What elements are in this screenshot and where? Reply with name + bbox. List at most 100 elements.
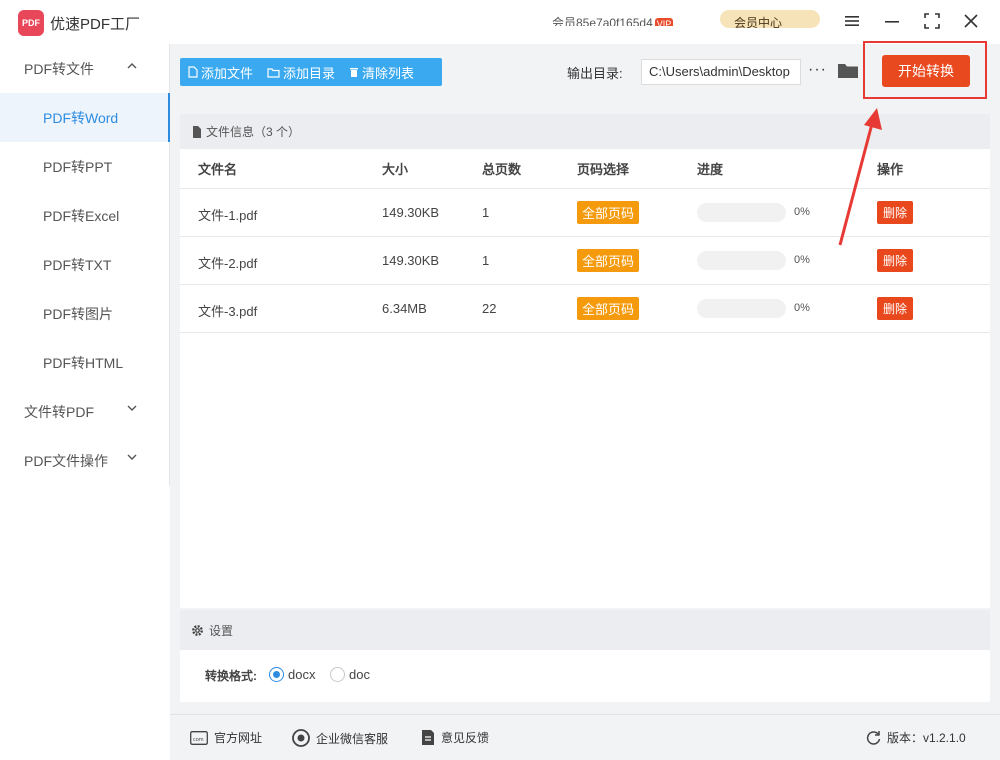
wechat-service-label: 企业微信客服 [316, 731, 389, 746]
start-convert-button[interactable]: 开始转换 [882, 55, 970, 87]
progress-text: 0% [794, 302, 810, 314]
settings-body: 转换格式: docx doc [180, 650, 990, 702]
clear-list-button[interactable]: 清除列表 [349, 63, 414, 82]
sidebar-item-pdf-to-image[interactable]: PDF转图片 [0, 289, 169, 338]
app-logo: PDF [18, 10, 44, 36]
page-select-button[interactable]: 全部页码 [577, 201, 640, 224]
user-name: 会员85e7a0f165d4 [552, 16, 653, 26]
radio-checked[interactable] [269, 667, 284, 682]
feedback-icon [422, 730, 434, 745]
output-dir-field[interactable]: C:\Users\admin\Desktop [641, 59, 801, 85]
sidebar-item-label: PDF转图片 [43, 305, 113, 322]
progress-text: 0% [794, 254, 810, 266]
sidebar-item-file-to-pdf[interactable]: 文件转PDF [0, 387, 169, 436]
table-row[interactable]: 文件-3.pdf 6.34MB 22 全部页码 0% 删除 [180, 285, 990, 333]
svg-text:com: com [193, 737, 204, 743]
more-options-button[interactable]: ··· [808, 61, 827, 79]
file-info-header: 文件信息（3 个） [180, 114, 990, 149]
format-option-doc[interactable]: doc [330, 667, 370, 682]
clear-list-label: 清除列表 [362, 65, 415, 81]
sidebar-item-label: PDF转PPT [43, 158, 113, 175]
file-name: 文件-2.pdf [198, 256, 258, 271]
close-icon[interactable] [958, 8, 984, 34]
sidebar-item-label: PDF文件操作 [24, 452, 108, 469]
chevron-down-icon [127, 405, 137, 412]
radio-label: doc [349, 667, 370, 682]
file-info-title: 文件信息（3 个） [206, 125, 301, 139]
maximize-icon[interactable] [919, 8, 945, 34]
open-folder-icon[interactable] [837, 61, 859, 82]
official-website-link[interactable]: com 官方网址 [190, 729, 262, 746]
page-count: 1 [482, 205, 490, 220]
progress-bar [697, 251, 786, 270]
sidebar-item-pdf-to-file[interactable]: PDF转文件 [0, 44, 169, 93]
delete-button[interactable]: 删除 [877, 249, 914, 272]
add-folder-label: 添加目录 [283, 65, 336, 81]
feedback-label: 意见反馈 [441, 731, 490, 745]
trash-icon [350, 68, 359, 77]
add-file-button[interactable]: 添加文件 [188, 63, 253, 82]
delete-button[interactable]: 删除 [877, 297, 914, 320]
sidebar-item-pdf-to-html[interactable]: PDF转HTML [0, 338, 169, 387]
file-list-panel: 文件信息（3 个） 文件名 大小 总页数 页码选择 进度 操作 文件-1.pdf… [180, 114, 990, 608]
sidebar-item-pdf-operations[interactable]: PDF文件操作 [0, 436, 169, 485]
sidebar-item-pdf-to-word[interactable]: PDF转Word [0, 93, 170, 142]
progress-bar [697, 203, 786, 222]
sidebar-item-label: PDF转文件 [24, 60, 94, 77]
settings-title: 设置 [209, 623, 234, 638]
sidebar-item-label: PDF转TXT [43, 256, 112, 273]
table-row[interactable]: 文件-1.pdf 149.30KB 1 全部页码 0% 删除 [180, 189, 990, 237]
table-header: 文件名 大小 总页数 页码选择 进度 操作 [180, 149, 990, 189]
sidebar-item-label: PDF转Word [43, 109, 119, 126]
table-row[interactable]: 文件-2.pdf 149.30KB 1 全部页码 0% 删除 [180, 237, 990, 285]
column-header: 总页数 [482, 162, 522, 177]
menu-icon[interactable] [839, 8, 865, 34]
file-size: 6.34MB [382, 301, 427, 316]
feedback-link[interactable]: 意见反馈 [421, 729, 489, 746]
delete-button[interactable]: 删除 [877, 201, 914, 224]
chat-icon [292, 729, 310, 747]
sidebar-item-pdf-to-excel[interactable]: PDF转Excel [0, 191, 169, 240]
file-size: 149.30KB [382, 253, 440, 268]
column-header: 大小 [382, 162, 409, 177]
sidebar-item-label: PDF转HTML [43, 354, 124, 371]
add-file-label: 添加文件 [201, 65, 254, 81]
chevron-down-icon [127, 454, 137, 461]
version-info[interactable]: 版本：v1.2.1.0 [866, 729, 966, 746]
user-account[interactable]: 会员85e7a0f165d4 VIP [552, 10, 674, 26]
website-label: 官方网址 [214, 731, 263, 745]
sidebar-item-label: 文件转PDF [24, 403, 94, 420]
wechat-service-link[interactable]: 企业微信客服 [292, 729, 388, 747]
sidebar-item-label: PDF转Excel [43, 207, 120, 224]
column-header: 操作 [877, 162, 904, 177]
format-option-docx[interactable]: docx [269, 667, 315, 682]
file-toolbar: 添加文件 添加目录 清除列表 [180, 58, 442, 86]
radio-label: docx [288, 667, 316, 682]
file-size: 149.30KB [382, 205, 440, 220]
title-bar: PDF 优速PDF工厂 会员85e7a0f165d4 VIP 会员中心 [0, 0, 1000, 44]
member-center-button[interactable]: 会员中心 [720, 10, 820, 28]
column-header: 文件名 [198, 162, 238, 177]
document-icon [193, 125, 201, 138]
sidebar-item-pdf-to-txt[interactable]: PDF转TXT [0, 240, 169, 289]
version-label: 版本：v1.2.1.0 [887, 731, 966, 745]
chevron-up-icon [127, 62, 137, 69]
file-name: 文件-3.pdf [198, 304, 258, 319]
file-icon [188, 66, 198, 78]
website-icon: com [190, 730, 208, 745]
radio-unchecked[interactable] [330, 667, 345, 682]
page-count: 22 [482, 301, 497, 316]
refresh-icon [866, 731, 881, 745]
column-header: 页码选择 [577, 162, 630, 177]
page-select-button[interactable]: 全部页码 [577, 297, 640, 320]
output-dir-label: 输出目录: [567, 66, 623, 81]
format-label: 转换格式: [205, 669, 257, 683]
vip-badge: VIP [654, 18, 674, 26]
minimize-icon[interactable] [879, 8, 905, 34]
footer: com 官方网址 企业微信客服 意见反馈 版本：v1.2.1.0 [170, 714, 1000, 760]
sidebar: PDF转文件 PDF转Word PDF转PPT PDF转Excel PDF转TX… [0, 44, 170, 486]
add-folder-button[interactable]: 添加目录 [267, 63, 335, 82]
page-select-button[interactable]: 全部页码 [577, 249, 640, 272]
page-count: 1 [482, 253, 490, 268]
sidebar-item-pdf-to-ppt[interactable]: PDF转PPT [0, 142, 169, 191]
